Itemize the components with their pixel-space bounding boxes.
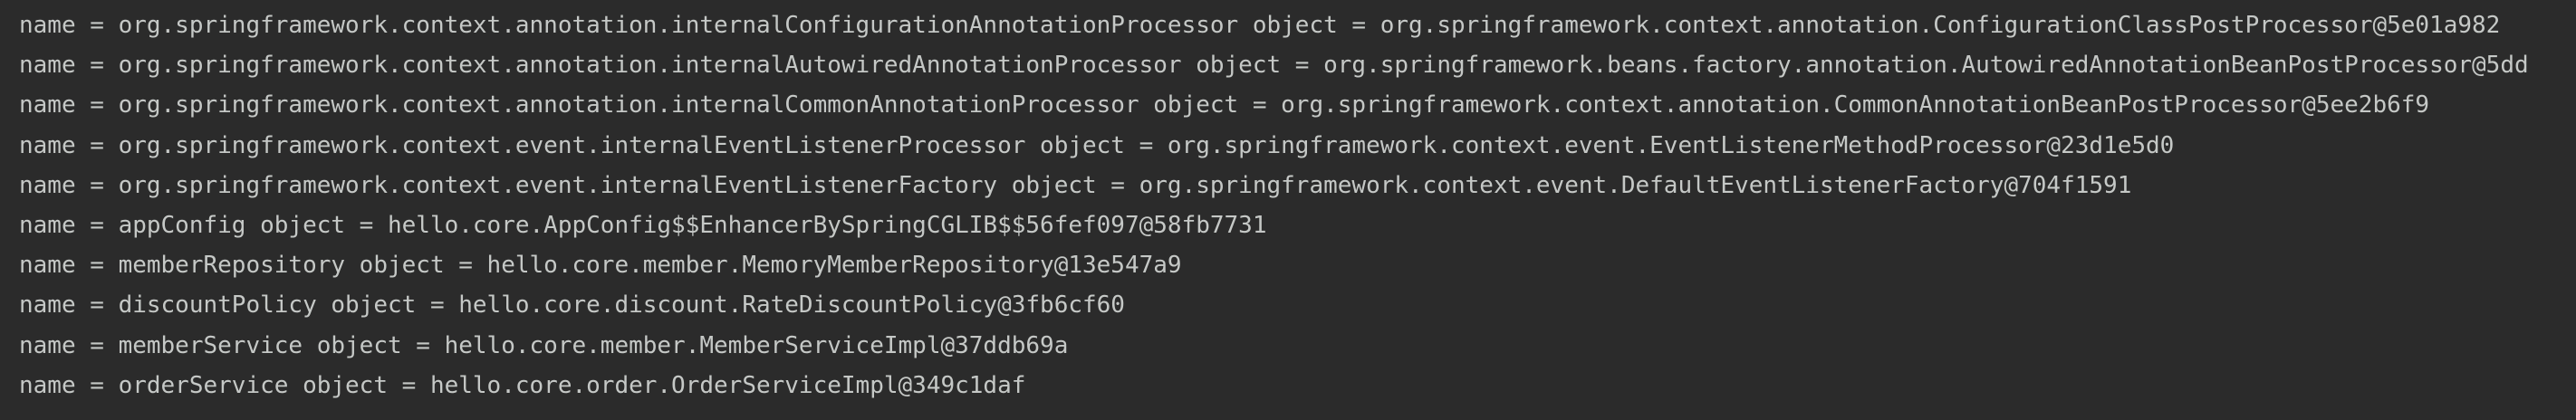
console-output[interactable]: name = org.springframework.context.annot… <box>0 0 2576 420</box>
console-line: name = appConfig object = hello.core.App… <box>19 211 1267 239</box>
console-line: name = memberRepository object = hello.c… <box>19 252 1182 280</box>
console-line: name = org.springframework.context.annot… <box>19 91 2430 119</box>
console-line: name = org.springframework.context.annot… <box>19 52 2529 80</box>
console-line: name = org.springframework.context.event… <box>19 131 2175 159</box>
console-line: name = discountPolicy object = hello.cor… <box>19 291 1125 320</box>
console-line: name = org.springframework.context.annot… <box>19 12 2501 39</box>
console-line: name = orderService object = hello.core.… <box>19 371 1026 399</box>
console-line: name = memberService object = hello.core… <box>19 331 1069 359</box>
console-line: name = org.springframework.context.event… <box>19 171 2132 199</box>
